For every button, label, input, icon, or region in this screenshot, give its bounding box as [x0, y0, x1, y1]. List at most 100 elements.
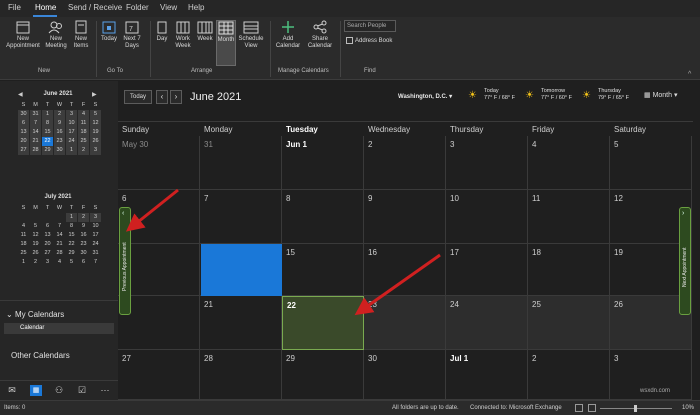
mini-day[interactable]: 3: [42, 258, 53, 267]
mini-day[interactable]: 30: [18, 110, 29, 119]
mini-day[interactable]: 5: [30, 222, 41, 231]
next-7-days-button[interactable]: 7 Next 7 Days: [120, 20, 144, 50]
mini-day[interactable]: 26: [30, 249, 41, 258]
previous-month-button[interactable]: ‹: [156, 90, 168, 104]
search-people-input[interactable]: Search People: [344, 20, 396, 32]
day-cell[interactable]: 16: [364, 244, 446, 296]
go-to-today-button[interactable]: Today: [124, 90, 152, 104]
day-view-button[interactable]: Day: [153, 20, 171, 43]
mini-day[interactable]: 28: [30, 146, 41, 155]
mini-day[interactable]: 5: [66, 258, 77, 267]
day-cell[interactable]: 29: [282, 350, 364, 400]
mini-day[interactable]: 17: [90, 231, 101, 240]
week-view-button[interactable]: Week: [195, 20, 215, 43]
day-cell[interactable]: Jul 1: [446, 350, 528, 400]
zoom-slider-thumb[interactable]: [634, 405, 637, 412]
mini-day[interactable]: 15: [66, 231, 77, 240]
mini-day[interactable]: 28: [54, 249, 65, 258]
mini-day[interactable]: 25: [18, 249, 29, 258]
mini-day[interactable]: 11: [18, 231, 29, 240]
day-cell[interactable]: 30: [364, 350, 446, 400]
day-cell[interactable]: 15: [282, 244, 364, 296]
previous-appointment-tab[interactable]: ‹ Previous Appointment: [119, 207, 131, 315]
mini-day[interactable]: 23: [78, 240, 89, 249]
day-cell[interactable]: 23: [364, 296, 446, 350]
mini-day[interactable]: 10: [66, 119, 77, 128]
mini-day[interactable]: 10: [90, 222, 101, 231]
mini-day[interactable]: 22: [66, 240, 77, 249]
day-cell[interactable]: 3: [446, 136, 528, 190]
mini-day[interactable]: 3: [90, 213, 101, 222]
day-cell[interactable]: May 30: [118, 136, 200, 190]
mini-day[interactable]: 4: [54, 258, 65, 267]
day-cell[interactable]: 28: [200, 350, 282, 400]
mini-day[interactable]: 11: [78, 119, 89, 128]
new-meeting-button[interactable]: New Meeting: [44, 20, 68, 50]
view-mode-dropdown[interactable]: ▦ Month ▾: [644, 91, 678, 99]
mini-day[interactable]: 3: [66, 110, 77, 119]
mini-day[interactable]: 30: [54, 146, 65, 155]
schedule-view-button[interactable]: Schedule View: [237, 20, 265, 50]
day-cell[interactable]: Jun 1: [282, 136, 364, 190]
mini-day[interactable]: 21: [30, 137, 41, 146]
mini-day[interactable]: 19: [90, 128, 101, 137]
tab-file[interactable]: File: [8, 3, 21, 12]
mini-day[interactable]: 30: [78, 249, 89, 258]
mini-day[interactable]: 31: [30, 110, 41, 119]
mini-day[interactable]: 8: [66, 222, 77, 231]
mini-day[interactable]: 12: [90, 119, 101, 128]
mini-day[interactable]: 18: [78, 128, 89, 137]
day-cell[interactable]: 31: [200, 136, 282, 190]
tab-view[interactable]: View: [160, 3, 177, 12]
today-button[interactable]: Today: [100, 20, 118, 43]
day-cell[interactable]: 11: [528, 190, 610, 244]
mini-day[interactable]: 13: [18, 128, 29, 137]
mini-day[interactable]: 3: [90, 146, 101, 155]
day-cell[interactable]: 2: [364, 136, 446, 190]
day-cell[interactable]: 4: [528, 136, 610, 190]
my-calendars-group[interactable]: ⌄ My Calendars: [6, 310, 64, 319]
mini-day[interactable]: 24: [66, 137, 77, 146]
mini-day[interactable]: 25: [78, 137, 89, 146]
mini-day[interactable]: 7: [90, 258, 101, 267]
mini-day[interactable]: 2: [78, 146, 89, 155]
people-icon[interactable]: ⚇: [53, 385, 65, 396]
new-items-button[interactable]: New Items: [70, 20, 92, 50]
mini-day[interactable]: 8: [42, 119, 53, 128]
tab-folder[interactable]: Folder: [126, 3, 149, 12]
mini-day[interactable]: 20: [42, 240, 53, 249]
mini-day[interactable]: 31: [90, 249, 101, 258]
day-cell[interactable]: 9: [364, 190, 446, 244]
tasks-icon[interactable]: ☑: [76, 385, 88, 396]
more-icon[interactable]: ⋯: [99, 385, 111, 396]
mini-day[interactable]: 9: [54, 119, 65, 128]
other-calendars-group[interactable]: Other Calendars: [11, 351, 70, 360]
day-cell[interactable]: 10: [446, 190, 528, 244]
mini-day[interactable]: 18: [18, 240, 29, 249]
mini-day[interactable]: 24: [90, 240, 101, 249]
address-book-button[interactable]: Address Book: [346, 37, 392, 44]
reading-view-icon[interactable]: [588, 404, 596, 412]
mini-day[interactable]: 12: [30, 231, 41, 240]
day-cell[interactable]: 5: [610, 136, 692, 190]
mini-day[interactable]: 16: [78, 231, 89, 240]
mini-day[interactable]: 6: [18, 119, 29, 128]
mini-day[interactable]: 27: [42, 249, 53, 258]
day-cell[interactable]: 8: [282, 190, 364, 244]
next-month-icon[interactable]: ▶: [92, 91, 97, 98]
collapse-ribbon-icon[interactable]: ^: [688, 71, 691, 78]
day-cell[interactable]: 25: [528, 296, 610, 350]
next-appointment-tab[interactable]: › Next Appointment: [679, 207, 691, 315]
add-calendar-button[interactable]: Add Calendar: [274, 20, 302, 50]
tab-help[interactable]: Help: [188, 3, 204, 12]
mini-day[interactable]: 9: [78, 222, 89, 231]
tab-send-receive[interactable]: Send / Receive: [68, 3, 122, 12]
mini-day[interactable]: 15: [42, 128, 53, 137]
day-cell[interactable]: 24: [446, 296, 528, 350]
day-cell[interactable]: 27: [118, 350, 200, 400]
mini-day[interactable]: 1: [66, 213, 77, 222]
mini-day[interactable]: 6: [78, 258, 89, 267]
day-cell[interactable]: 22: [282, 296, 364, 350]
mail-icon[interactable]: ✉: [6, 385, 18, 396]
mini-day[interactable]: 29: [66, 249, 77, 258]
